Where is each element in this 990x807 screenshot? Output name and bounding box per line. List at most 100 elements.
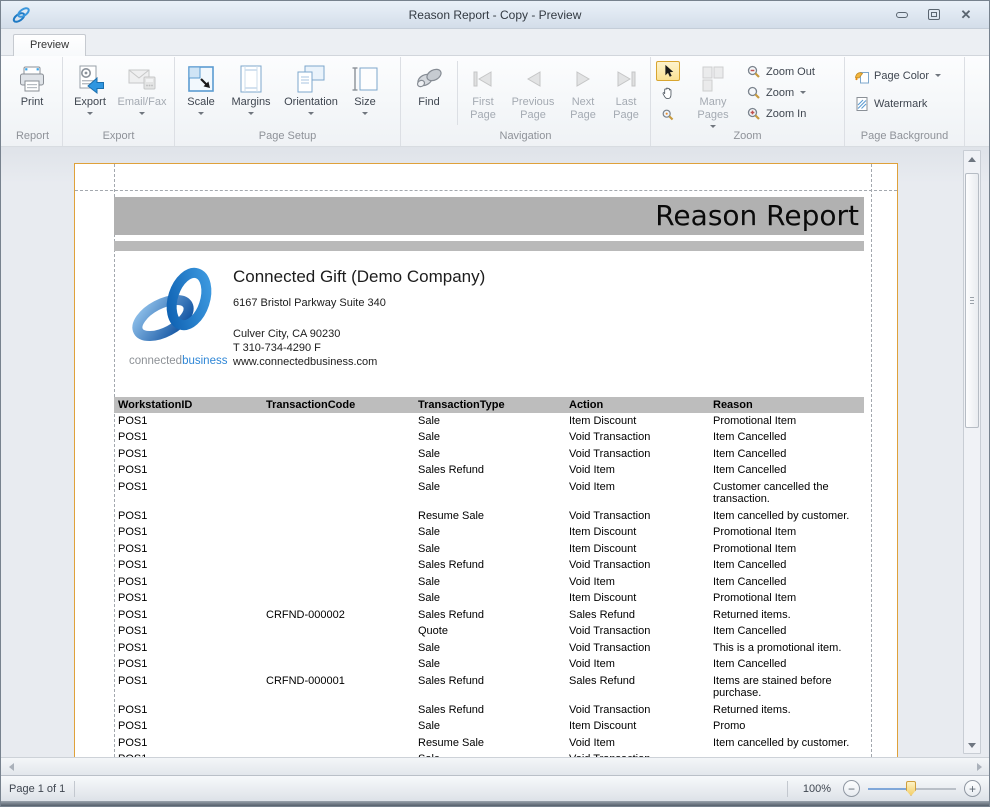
hand-icon [661,86,675,100]
company-address-line1: 6167 Bristol Parkway Suite 340 [233,296,653,310]
watermark-button[interactable]: Watermark [854,95,941,112]
next-page-button[interactable]: Next Page [561,59,605,129]
status-separator [74,781,75,797]
company-logo [125,263,229,353]
table-cell: Sale [414,640,565,657]
table-cell: Item Discount [565,413,709,430]
scale-dropdown-icon [198,112,204,115]
table-cell: Sale [414,413,565,430]
scroll-right-button[interactable] [971,758,987,775]
orientation-dropdown-icon [308,112,314,115]
scroll-down-button[interactable] [964,737,980,753]
page-color-icon [854,68,870,84]
scale-icon [185,63,217,95]
export-button[interactable]: Export [66,59,114,129]
table-cell: Item cancelled by customer. [709,735,864,752]
horizontal-scrollbar[interactable] [1,757,989,775]
table-cell: Promotional Item [709,541,864,558]
email-fax-button[interactable]: Email/Fax [114,59,170,129]
table-cell: Void Transaction [565,508,709,525]
table-cell: Sales Refund [565,673,709,702]
group-label-report: Report [3,129,62,146]
table-cell: Sales Refund [414,462,565,479]
zoom-increase-button[interactable]: + [964,780,981,797]
last-page-icon [610,63,642,95]
close-button[interactable]: ✕ [957,7,975,23]
table-cell: Sale [414,541,565,558]
table-row: POS1Sales RefundVoid TransactionReturned… [114,702,864,719]
previous-page-label: Previous Page [506,96,560,122]
zoom-in-icon [746,106,762,122]
first-page-button[interactable]: First Page [461,59,505,129]
table-row: POS1QuoteVoid TransactionItem Cancelled [114,623,864,640]
orientation-button[interactable]: Orientation [278,59,344,129]
zoom-menu-button[interactable]: Zoom [746,84,815,101]
orientation-label: Orientation [284,96,338,109]
many-pages-button[interactable]: Many Pages [682,59,744,129]
find-button[interactable]: Find [404,59,454,129]
size-icon [349,63,381,95]
tab-preview[interactable]: Preview [13,34,86,56]
zoom-icon [746,85,762,101]
table-cell: POS1 [114,524,262,541]
last-page-button[interactable]: Last Page [605,59,647,129]
scroll-right-icon [977,763,982,771]
maximize-button[interactable] [925,7,943,23]
table-cell: Item Discount [565,590,709,607]
zoom-decrease-button[interactable]: − [843,780,860,797]
table-cell [262,446,414,463]
table-cell: Void Transaction [565,623,709,640]
first-page-icon [467,63,499,95]
printer-icon [16,63,48,95]
ribbon-group-zoom: Many Pages Zoom Out Zoom Zoo [651,57,845,146]
table-cell: POS1 [114,656,262,673]
table-cell: Sale [414,479,565,508]
print-button[interactable]: Print [6,59,58,129]
table-cell: POS1 [114,429,262,446]
table-cell [262,574,414,591]
zoom-slider-thumb[interactable] [906,781,916,796]
scale-button[interactable]: Scale [178,59,224,129]
zoom-out-button[interactable]: Zoom Out [746,63,815,80]
previous-page-button[interactable]: Previous Page [505,59,561,129]
zoom-in-button[interactable]: Zoom In [746,105,815,122]
table-row: POS1SaleVoid TransactionItem Cancelled [114,446,864,463]
zoom-slider-track-filled [868,788,910,790]
page-color-label: Page Color [874,70,929,82]
zoom-slider[interactable] [868,780,956,797]
title-bar: Reason Report - Copy - Preview ✕ [1,1,989,29]
table-cell [262,524,414,541]
table-cell: Returned items. [709,607,864,624]
magnifier-tool-button[interactable] [656,105,680,125]
ribbon-group-page-setup: Scale Margins Orientation [175,57,401,146]
margin-guide-top [75,190,897,191]
scroll-down-icon [968,743,976,748]
scroll-up-button[interactable] [964,151,980,167]
table-row: POS1SaleVoid ItemItem Cancelled [114,574,864,591]
page-color-button[interactable]: Page Color [854,67,941,84]
watermark-label: Watermark [874,98,927,110]
status-bar: Page 1 of 1 100% − + [1,775,989,801]
column-header: Reason [709,397,864,413]
table-cell [262,718,414,735]
table-cell: Void Transaction [565,446,709,463]
table-cell: Void Item [565,656,709,673]
vertical-scrollbar-thumb[interactable] [965,173,979,428]
group-label-zoom: Zoom [651,129,844,146]
table-cell: Sale [414,574,565,591]
size-button[interactable]: Size [344,59,386,129]
window-title: Reason Report - Copy - Preview [1,8,989,22]
table-cell: Sale [414,429,565,446]
vertical-scrollbar[interactable] [963,150,981,754]
scroll-left-button[interactable] [3,758,19,775]
table-cell [262,702,414,719]
table-cell: CRFND-000001 [262,673,414,702]
minimize-button[interactable] [893,7,911,23]
margins-button[interactable]: Margins [224,59,278,129]
column-header: TransactionCode [262,397,414,413]
table-cell: POS1 [114,479,262,508]
table-cell: POS1 [114,735,262,752]
table-cell: POS1 [114,462,262,479]
hand-tool-button[interactable] [656,83,680,103]
pointer-tool-button[interactable] [656,61,680,81]
